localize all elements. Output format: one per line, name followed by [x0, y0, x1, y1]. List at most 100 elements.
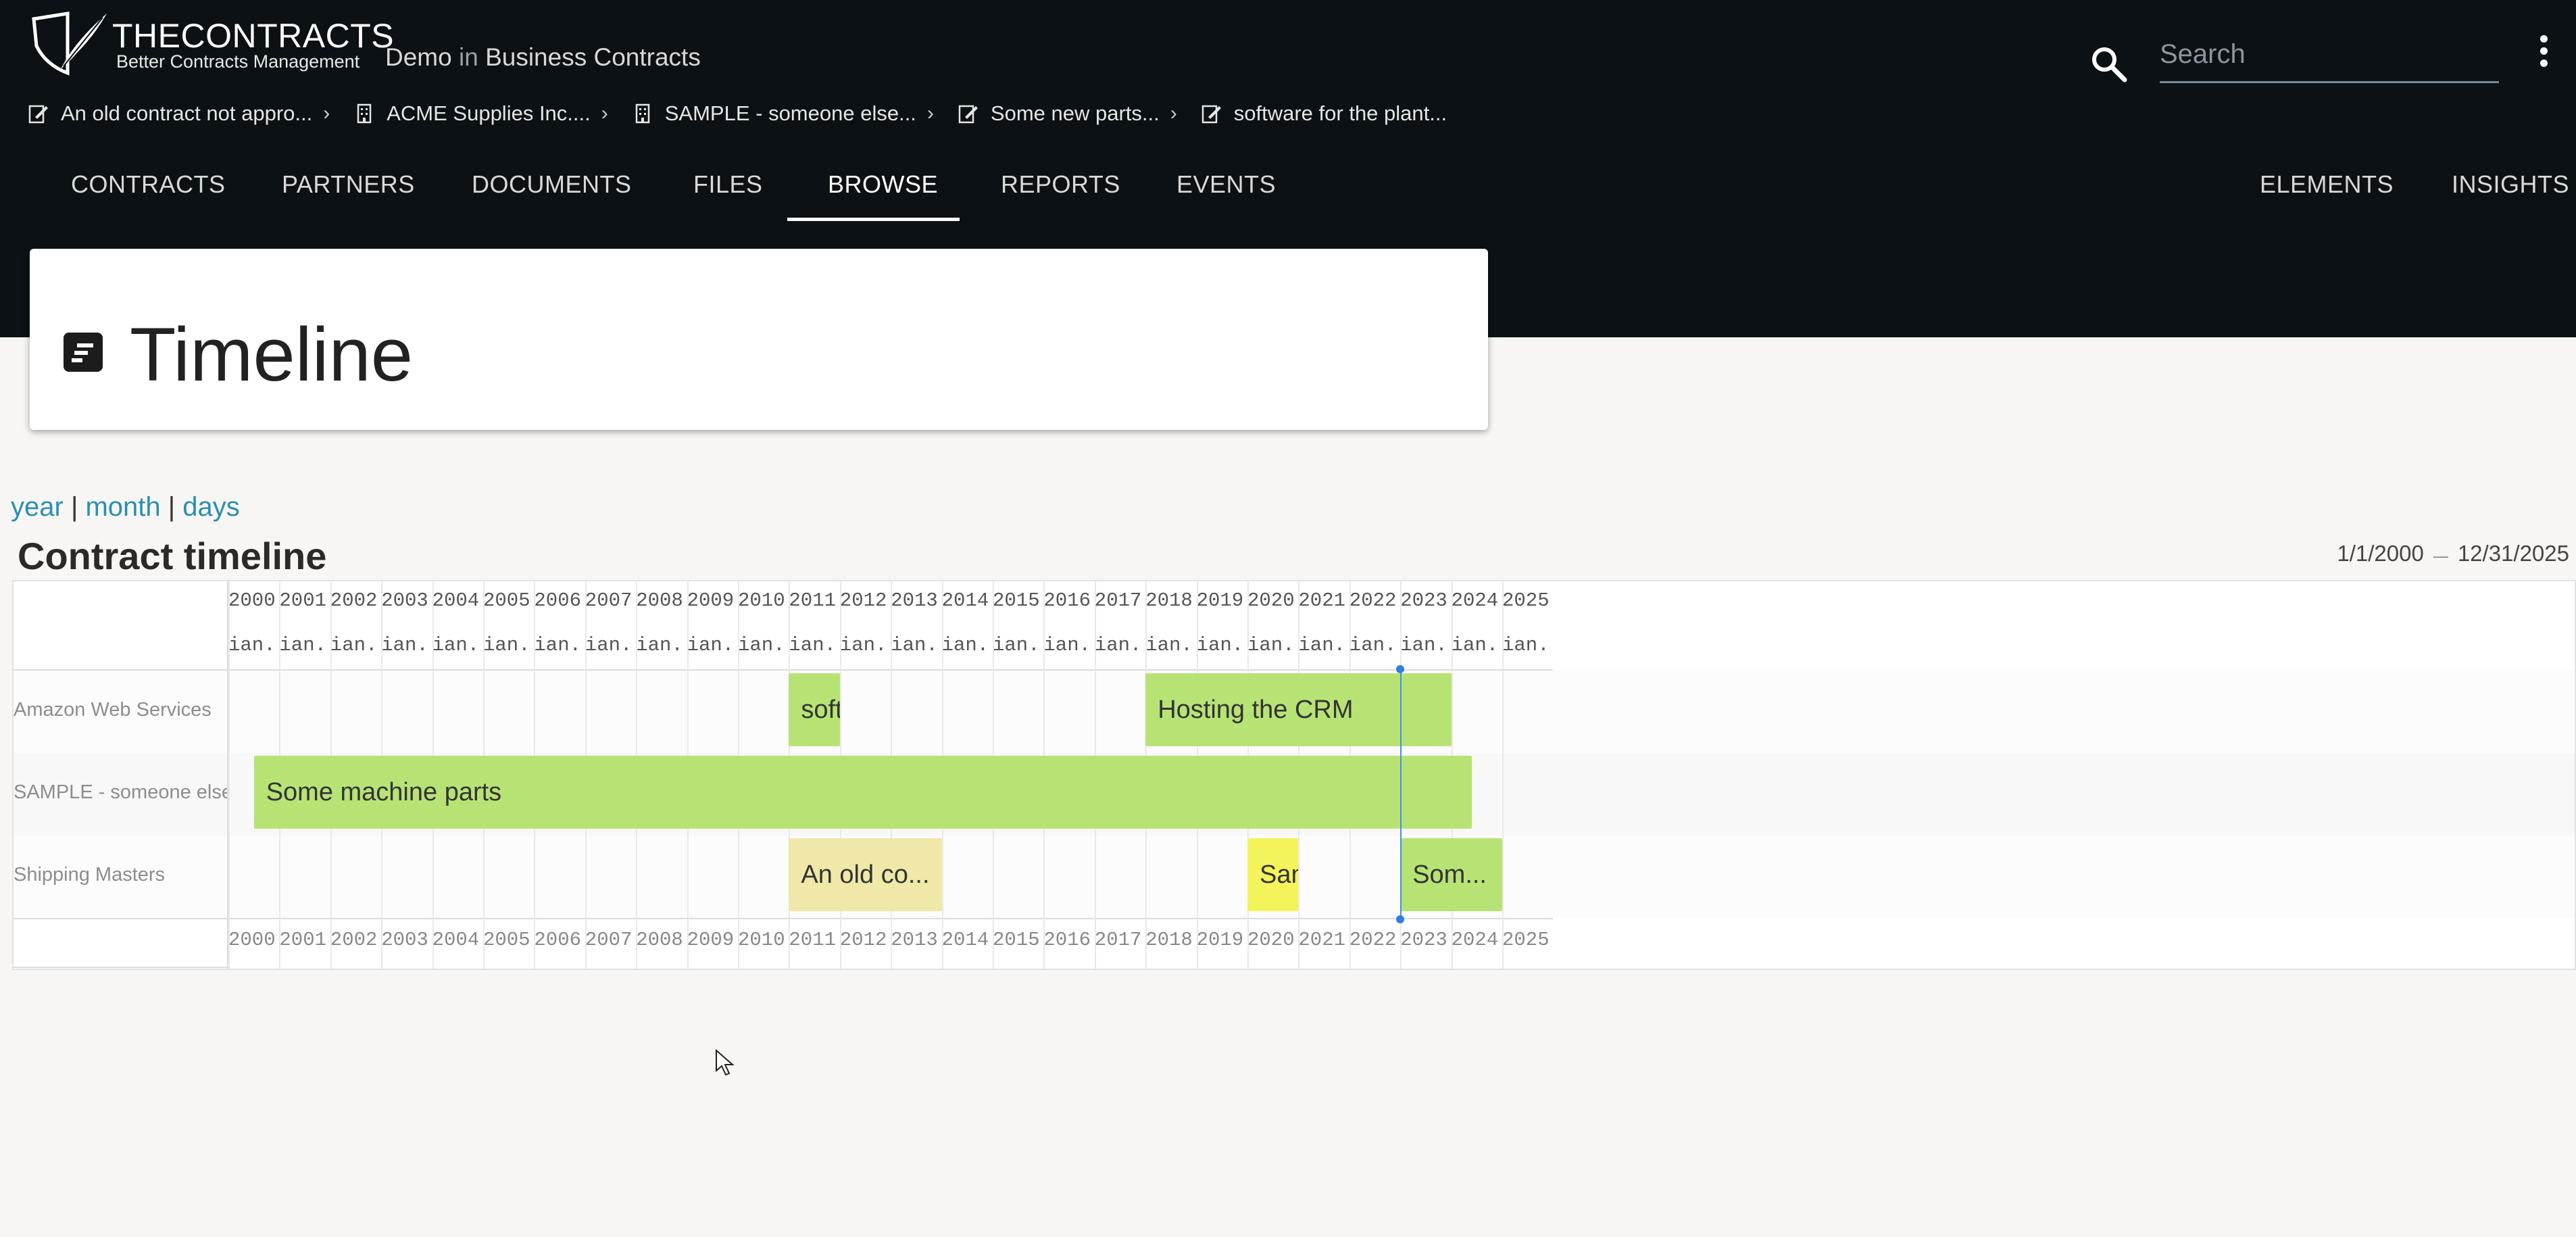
year-tick-label: 2009	[687, 589, 735, 612]
search-input[interactable]	[2160, 31, 2499, 83]
year-footer-label: 2019	[1196, 929, 1244, 951]
tab-elements[interactable]: ELEMENTS	[2260, 170, 2394, 199]
month-tick-label: ian.	[738, 634, 785, 656]
year-tick-label: 2007	[585, 589, 633, 612]
year-tick-label: 2002	[330, 589, 378, 612]
tab-reports[interactable]: REPORTS	[1001, 170, 1120, 199]
brand-tagline: Better Contracts Management	[116, 51, 360, 72]
contract-bar[interactable]: Some machine parts	[253, 756, 1472, 829]
year-footer-label: 2005	[483, 929, 530, 951]
timeline-title: Contract timeline	[18, 535, 327, 577]
timeline-icon	[64, 333, 103, 372]
month-tick-label: ian.	[636, 634, 683, 656]
year-footer-label: 2000	[228, 929, 276, 951]
year-tick-label: 2010	[738, 589, 785, 612]
year-footer-label: 2012	[839, 929, 887, 951]
current-time-handle[interactable]	[1396, 915, 1405, 923]
tab-partners[interactable]: PARTNERS	[282, 170, 415, 199]
search-icon[interactable]	[2088, 43, 2129, 84]
contract-icon	[28, 105, 48, 124]
main-nav: CONTRACTS PARTNERS DOCUMENTS FILES BROWS…	[0, 158, 2576, 223]
year-tick-label: 2017	[1094, 589, 1142, 612]
contract-icon	[958, 105, 978, 124]
year-footer-label: 2001	[279, 929, 327, 951]
zoom-month-link[interactable]: month	[85, 492, 160, 522]
year-tick-label: 2008	[636, 589, 683, 612]
year-tick-label: 2012	[839, 589, 887, 612]
tab-insights[interactable]: INSIGHTS	[2452, 170, 2569, 199]
year-tick-label: 2004	[432, 589, 480, 612]
month-tick-label: ian.	[1451, 634, 1499, 656]
more-vert-icon[interactable]	[2535, 35, 2552, 73]
active-tab-indicator	[787, 218, 960, 221]
year-tick-label: 2022	[1349, 589, 1397, 612]
zoom-days-link[interactable]: days	[182, 492, 240, 522]
year-footer-label: 2003	[381, 929, 428, 951]
breadcrumb-label: Some new parts...	[990, 101, 1160, 125]
month-tick-label: ian.	[1349, 634, 1397, 656]
current-time-handle[interactable]	[1396, 665, 1405, 673]
row-label-shipping-masters: Shipping Masters	[14, 864, 166, 886]
breadcrumb-item[interactable]: SAMPLE - someone else... ›	[631, 101, 934, 126]
zoom-links: year | month | days	[11, 492, 240, 523]
month-tick-label: ian.	[1502, 634, 1550, 656]
chevron-right-icon: ›	[926, 102, 934, 124]
contract-bar[interactable]: Hosting the CRM	[1145, 673, 1452, 746]
row-label-sample-someone-else: SAMPLE - someone else	[14, 781, 227, 803]
range-start[interactable]: 1/1/2000	[2337, 541, 2423, 566]
year-tick-label: 2005	[483, 589, 530, 612]
year-tick-label: 2001	[279, 589, 327, 612]
workspace-section: Business Contracts	[485, 43, 701, 71]
tab-contracts[interactable]: CONTRACTS	[71, 170, 226, 199]
month-tick-label: ian.	[993, 634, 1040, 656]
year-tick-label: 2011	[789, 589, 837, 612]
zoom-year-link[interactable]: year	[11, 492, 64, 522]
month-tick-label: ian.	[585, 634, 633, 656]
year-footer-label: 2018	[1145, 929, 1193, 951]
year-tick-label: 2018	[1145, 589, 1193, 612]
contract-timeline[interactable]: Amazon Web Services SAMPLE - someone els…	[12, 580, 2576, 970]
workspace-label[interactable]: Demo in Business Contracts	[385, 43, 701, 72]
month-tick-label: ian.	[1094, 634, 1142, 656]
breadcrumb-item[interactable]: ACME Supplies Inc.... ›	[353, 101, 608, 126]
contract-icon	[1202, 105, 1221, 124]
year-footer-label: 2016	[1043, 929, 1091, 951]
month-tick-label: ian.	[279, 634, 327, 656]
breadcrumb-item[interactable]: software for the plant...	[1200, 101, 1447, 126]
year-footer-label: 2015	[993, 929, 1040, 951]
page-title: Timeline	[130, 312, 414, 397]
separator: |	[168, 492, 176, 522]
month-tick-label: ian.	[839, 634, 887, 656]
year-tick-label: 2016	[1043, 589, 1091, 612]
year-tick-label: 2020	[1247, 589, 1295, 612]
month-tick-label: ian.	[687, 634, 735, 656]
contract-bar[interactable]: An old co...	[789, 838, 942, 911]
tab-documents[interactable]: DOCUMENTS	[472, 170, 632, 199]
year-footer-label: 2004	[432, 929, 480, 951]
year-footer-label: 2007	[585, 929, 633, 951]
contract-bar[interactable]: Som...	[1400, 838, 1502, 911]
month-tick-label: ian.	[941, 634, 989, 656]
month-tick-label: ian.	[228, 634, 276, 656]
contract-bar[interactable]: San	[1247, 838, 1299, 911]
tab-files[interactable]: FILES	[693, 170, 763, 199]
contract-bar[interactable]: soft	[789, 673, 840, 746]
month-tick-label: ian.	[330, 634, 378, 656]
year-footer-label: 2025	[1502, 929, 1550, 951]
workspace-in: in	[458, 43, 478, 71]
breadcrumb: An old contract not appro... › ACME Supp…	[27, 99, 1470, 128]
tab-events[interactable]: EVENTS	[1176, 170, 1276, 199]
month-tick-label: ian.	[1196, 634, 1244, 656]
month-tick-label: ian.	[483, 634, 530, 656]
breadcrumb-label: An old contract not appro...	[61, 101, 313, 125]
year-footer-label: 2014	[941, 929, 989, 951]
breadcrumb-item[interactable]: An old contract not appro... ›	[27, 101, 330, 126]
page-title-card: Timeline	[30, 249, 1488, 430]
year-footer-label: 2021	[1298, 929, 1346, 951]
shield-feather-logo-icon[interactable]	[27, 8, 111, 87]
chevron-right-icon: ›	[323, 102, 330, 124]
year-tick-label: 2006	[534, 589, 582, 612]
range-end[interactable]: 12/31/2025	[2458, 541, 2569, 566]
breadcrumb-item[interactable]: Some new parts... ›	[957, 101, 1177, 126]
tab-browse[interactable]: BROWSE	[828, 170, 938, 199]
